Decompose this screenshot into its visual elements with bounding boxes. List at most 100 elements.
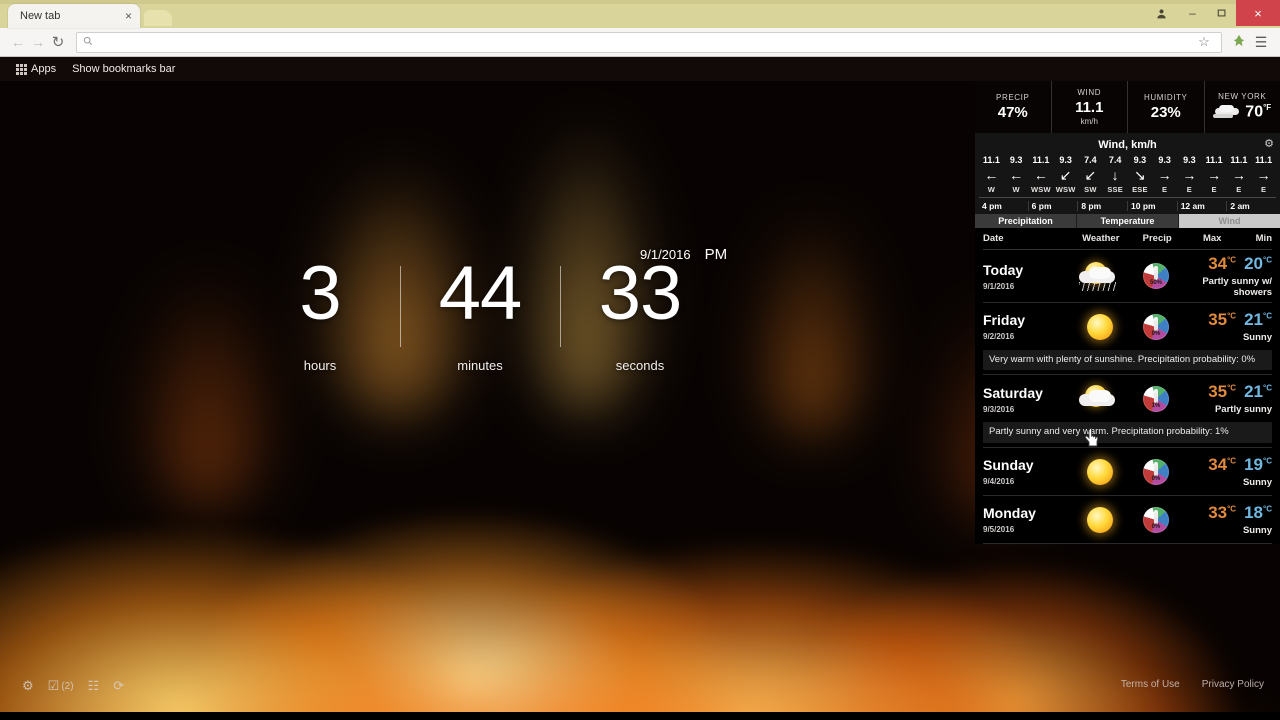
maximize-button[interactable]: [1207, 0, 1236, 26]
forecast-row[interactable]: Today 9/1/2016 50% 34°C 20°C Partly sunny w/ …: [983, 250, 1272, 303]
wind-time-label: 12 am: [1176, 201, 1227, 211]
wind-time-label: 6 pm: [1027, 201, 1078, 211]
wind-direction-label: WSW: [1055, 185, 1076, 194]
forecast-condition: Partly sunny: [1214, 404, 1272, 416]
wind-settings-gear-icon[interactable]: ⚙: [1264, 137, 1274, 150]
forecast-min-temp: 21°C: [1244, 309, 1272, 329]
forecast-temps-cell: 35°C 21°C Partly sunny: [1182, 382, 1272, 416]
forecast-row[interactable]: Friday 9/2/2016 0% 35°C 21°C Sunny Very warm w…: [983, 303, 1272, 376]
forecast-row[interactable]: Monday 9/5/2016 0% 33°C 18°C Sunny: [983, 496, 1272, 544]
cloud-icon: [1213, 105, 1243, 119]
wind-label: WIND: [1077, 88, 1102, 97]
chart-tab-precipitation[interactable]: Precipitation: [975, 214, 1077, 228]
chart-tab-wind[interactable]: Wind: [1179, 214, 1280, 228]
address-input[interactable]: [99, 36, 1193, 48]
tasks-checkbox-icon: ☑: [47, 678, 60, 693]
forecast-condition: Sunny: [1242, 331, 1272, 343]
settings-gear-icon[interactable]: ⚙: [22, 678, 34, 694]
wind-speed-value: 11.1: [982, 155, 1000, 165]
browser-tab[interactable]: New tab ×: [8, 4, 140, 28]
tasks-icon-group[interactable]: ☑ (2): [48, 678, 74, 694]
forecast-day: Sunday: [983, 457, 1034, 474]
wind-direction-arrow-icon: ←: [984, 167, 999, 183]
sun-icon: [1086, 313, 1113, 340]
countdown-unit-hours: 3 hours: [240, 256, 400, 374]
tab-close-icon[interactable]: ×: [123, 10, 134, 22]
wind-direction-label: SSE: [1107, 185, 1123, 194]
forecast-min-temp: 21°C: [1244, 382, 1272, 402]
countdown-unit-minutes: 44 minutes: [400, 256, 560, 373]
bookmark-star-icon[interactable]: ☆: [1193, 34, 1215, 50]
ampm-value: PM: [704, 246, 728, 263]
forecast-date: 9/3/2016: [983, 404, 1015, 414]
forecast-date-cell: Today 9/1/2016: [983, 262, 1070, 291]
precip-percent: 50%: [1149, 280, 1162, 287]
minutes-value: 44: [438, 251, 523, 336]
header-precip: Precip: [1142, 233, 1172, 244]
precip-percent: 0%: [1151, 523, 1161, 530]
date-value: 9/1/2016: [640, 247, 691, 262]
forecast-date: 9/2/2016: [983, 332, 1015, 342]
header-weather: Weather: [1082, 233, 1120, 244]
terms-of-use-link[interactable]: Terms of Use: [1121, 679, 1180, 690]
forward-icon[interactable]: →: [28, 35, 48, 49]
chrome-menu-icon[interactable]: ☰: [1250, 34, 1272, 51]
wind-speed-value: 9.3: [1158, 155, 1171, 165]
privacy-policy-link[interactable]: Privacy Policy: [1202, 679, 1264, 690]
tab-title: New tab: [20, 10, 61, 22]
forecast-max-temp: 33°C: [1208, 502, 1237, 522]
back-icon[interactable]: ←: [8, 35, 28, 49]
wind-speed-value: 9.3: [1133, 155, 1147, 165]
humidity-label: HUMIDITY: [1144, 93, 1188, 102]
summary-city[interactable]: NEW YORK 70°F: [1205, 81, 1280, 133]
summary-wind[interactable]: WIND 11.1 km/h: [1052, 81, 1128, 133]
new-tab-button[interactable]: [144, 10, 172, 26]
forecast-row[interactable]: Saturday 9/3/2016 1% 35°C 21°C Partly sunny Pa…: [983, 375, 1272, 448]
address-bar[interactable]: ☆: [76, 31, 1222, 53]
forecast-min-temp: 20°C: [1244, 254, 1272, 273]
wind-direction-label: W: [1012, 185, 1020, 194]
countdown-timer: 3 hours 44 minutes 33 seconds 9/1/2016 P…: [0, 246, 960, 374]
forecast-date-cell: Monday 9/5/2016: [983, 505, 1070, 534]
forecast-description: Very warm with plenty of sunshine. Preci…: [983, 349, 1272, 371]
header-date: Date: [983, 233, 1004, 244]
extension-icon[interactable]: [1228, 34, 1250, 51]
wind-direction-arrow-icon: ←: [1033, 167, 1048, 183]
wind-direction-arrow-icon: ↙: [1059, 167, 1072, 183]
wind-column: 9.3 → E: [1177, 155, 1202, 194]
forecast-precip-cell: 0%: [1130, 506, 1181, 533]
wind-direction-arrow-icon: →: [1231, 167, 1246, 183]
forecast-table-header: Date Weather Precip Max Min: [983, 228, 1272, 250]
countdown-unit-seconds: 33 seconds: [560, 256, 720, 373]
sun-cloud-rain-icon: [1077, 261, 1123, 292]
city-temp-unit: °F: [1263, 103, 1272, 113]
precip-gauge-icon: 0%: [1143, 506, 1169, 533]
close-window-button[interactable]: ×: [1236, 0, 1280, 26]
reload-icon[interactable]: ↻: [48, 35, 68, 50]
wind-column: 11.1 → E: [1227, 155, 1252, 194]
chart-tab-temperature[interactable]: Temperature: [1077, 214, 1179, 228]
precip-gauge-icon: 0%: [1143, 313, 1169, 340]
forecast-weather-icon-cell: [1070, 261, 1131, 292]
apps-shortcut[interactable]: Apps: [12, 63, 60, 75]
wind-speed-value: 11.1: [1205, 155, 1223, 165]
forecast-max-temp: 34°C: [1208, 254, 1237, 273]
show-bookmarks-bar-item[interactable]: Show bookmarks bar: [68, 63, 179, 75]
summary-precip[interactable]: PRECIP 47%: [975, 81, 1052, 133]
page-footer-links: Terms of Use Privacy Policy: [1121, 679, 1264, 690]
summary-humidity[interactable]: HUMIDITY 23%: [1128, 81, 1205, 133]
precip-percent: 0%: [1151, 330, 1161, 337]
forecast-date-cell: Friday 9/2/2016: [983, 312, 1070, 341]
forecast-row[interactable]: Sunday 9/4/2016 0% 34°C 19°C Sunny: [983, 448, 1272, 496]
minimize-button[interactable]: –: [1178, 0, 1207, 26]
precip-gauge-icon: 1%: [1143, 386, 1169, 413]
page-content: 3 hours 44 minutes 33 seconds 9/1/2016 P…: [0, 81, 1280, 712]
user-avatar-icon[interactable]: [1144, 0, 1178, 26]
forecast-precip-cell: 0%: [1130, 458, 1181, 485]
refresh-icon[interactable]: ⟳: [113, 678, 124, 694]
precip-label: PRECIP: [996, 93, 1030, 102]
forecast-temps-cell: 33°C 18°C Sunny: [1182, 503, 1272, 537]
wind-speed-value: 9.3: [1059, 155, 1072, 165]
wind-speed-value: 7.4: [1108, 155, 1122, 165]
apps-grid-icon[interactable]: ☷: [88, 678, 100, 694]
